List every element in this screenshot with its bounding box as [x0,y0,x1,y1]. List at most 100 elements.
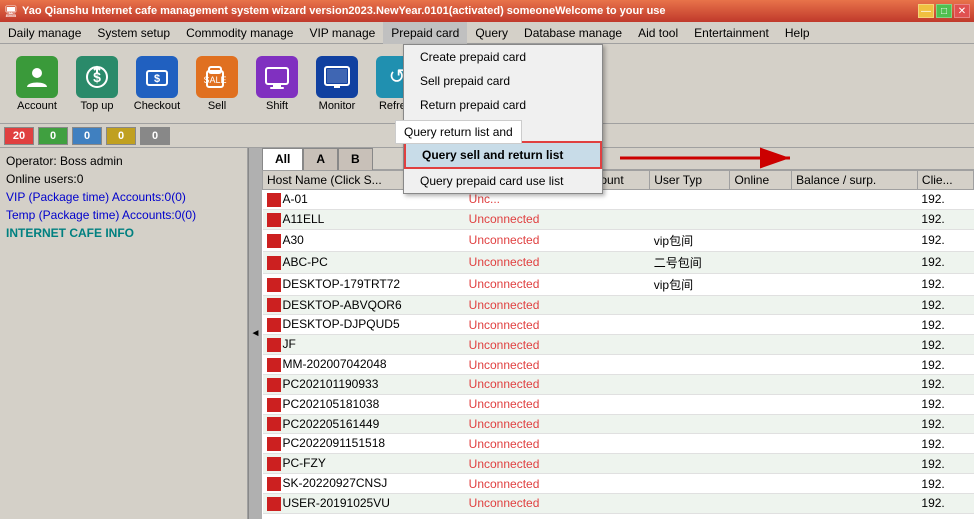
menu-item-prepaid-card[interactable]: Prepaid card [383,22,467,44]
toolbar-btn-account[interactable]: Account [8,49,66,119]
cell-balance [792,493,918,513]
table-row[interactable]: DESKTOP-179TRT72Unconnectedvip包间192. [263,273,974,295]
cell-status: Unconnected [465,315,576,335]
table-row[interactable]: A30Unconnectedvip包间192. [263,229,974,251]
table-row[interactable]: DESKTOP-DJPQUD5Unconnected192. [263,315,974,335]
cell-client: 192. [917,414,973,434]
cell-status: Unconnected [465,493,576,513]
cell-online [730,434,792,454]
table-row[interactable]: PC202101190933Unconnected192. [263,374,974,394]
menu-item-daily-manage[interactable]: Daily manage [0,22,89,44]
dropdown-item-2[interactable]: Return prepaid card [404,93,602,117]
cell-client: 192. [917,394,973,414]
menu-item-commodity-manage[interactable]: Commodity manage [178,22,301,44]
cell-balance [792,190,918,210]
dropdown-item-0[interactable]: Create prepaid card [404,45,602,69]
collapse-button[interactable]: ◄ [248,148,262,519]
cell-account [576,474,650,494]
cell-user_type [650,414,730,434]
cell-account [576,315,650,335]
cell-user_type [650,335,730,355]
dropdown-item-5[interactable]: Query prepaid card use list [404,169,602,193]
tab-bar: AllAB [262,148,974,170]
toolbar-btn-shift[interactable]: Shift [248,49,306,119]
menu-item-vip-manage[interactable]: VIP manage [301,22,383,44]
table-row[interactable]: PC2022091151518Unconnected192. [263,434,974,454]
host-table: Host Name (Click S... Stat... Account Us… [262,170,974,514]
minimize-button[interactable]: — [918,4,934,18]
table-row[interactable]: USER-20191025VUUnconnected192. [263,493,974,513]
cell-status: Unconnected [465,335,576,355]
tab-b[interactable]: B [338,148,373,170]
cell-status: Unconnected [465,474,576,494]
host-icon [267,417,281,431]
dropdown-item-4[interactable]: Query sell and return list [404,141,602,169]
table-row[interactable]: DESKTOP-ABVQOR6Unconnected192. [263,295,974,315]
cell-balance [792,295,918,315]
cell-user_type [650,454,730,474]
host-icon [267,213,281,227]
status-box-1: 0 [38,127,68,145]
cell-client: 192. [917,493,973,513]
col-client: Clie... [917,171,973,190]
table-row[interactable]: ABC-PCUnconnected二号包间192. [263,251,974,273]
table-row[interactable]: PC202205161449Unconnected192. [263,414,974,434]
tab-a[interactable]: A [303,148,338,170]
dropdown-item-1[interactable]: Sell prepaid card [404,69,602,93]
cell-balance [792,454,918,474]
maximize-button[interactable]: □ [936,4,952,18]
cell-user_type: 二号包间 [650,251,730,273]
menu-item-help[interactable]: Help [777,22,818,44]
cell-account [576,414,650,434]
table-row[interactable]: JFUnconnected192. [263,335,974,355]
cell-account [576,454,650,474]
close-button[interactable]: ✕ [954,4,970,18]
menu-item-entertainment[interactable]: Entertainment [686,22,777,44]
cell-account [576,434,650,454]
cell-balance [792,474,918,494]
account-icon [16,56,58,98]
menu-item-query[interactable]: Query [467,22,516,44]
cell-status: Unconnected [465,251,576,273]
cell-account [576,295,650,315]
table-row[interactable]: SK-20220927CNSJUnconnected192. [263,474,974,494]
cell-hostname: PC2022091151518 [263,434,465,454]
table-row[interactable]: PC202105181038Unconnected192. [263,394,974,414]
cell-client: 192. [917,229,973,251]
cell-balance [792,414,918,434]
table-row[interactable]: PC-FZYUnconnected192. [263,454,974,474]
cell-status: Unconnected [465,209,576,229]
cell-client: 192. [917,355,973,375]
toolbar-btn-checkout[interactable]: $Checkout [128,49,186,119]
table-row[interactable]: MM-202007042048Unconnected192. [263,355,974,375]
cell-client: 192. [917,251,973,273]
table-row[interactable]: A11ELLUnconnected192. [263,209,974,229]
cell-online [730,374,792,394]
tab-all[interactable]: All [262,148,303,170]
toolbar-btn-top-up[interactable]: $Top up [68,49,126,119]
cell-hostname: JF [263,335,465,355]
svg-text:$: $ [154,73,160,85]
prepaid-card-menu[interactable]: Create prepaid cardSell prepaid cardRetu… [403,44,603,194]
host-icon [267,497,281,511]
cell-client: 192. [917,209,973,229]
menu-item-aid-tool[interactable]: Aid tool [630,22,686,44]
menu-item-database-manage[interactable]: Database manage [516,22,630,44]
main-layout: Operator: Boss admin Online users:0 VIP … [0,148,974,519]
toolbar-btn-monitor[interactable]: Monitor [308,49,366,119]
host-icon [267,193,281,207]
cell-balance [792,209,918,229]
toolbar-btn-sell[interactable]: SALESell [188,49,246,119]
cell-user_type [650,474,730,494]
titlebar: 🖥 Yao Qianshu Internet cafe management s… [0,0,974,22]
menu-item-system-setup[interactable]: System setup [89,22,178,44]
table-row[interactable]: A-01Unc...192. [263,190,974,210]
cell-hostname: A30 [263,229,465,251]
sell-label: Sell [208,100,226,112]
cell-online [730,229,792,251]
dropdown-item-3[interactable]: Query prepaid card [404,117,602,141]
temp-accounts: Temp (Package time) Accounts:0(0) [6,208,241,222]
online-users: Online users:0 [6,172,241,186]
shift-label: Shift [266,100,288,112]
titlebar-title: Yao Qianshu Internet cafe management sys… [22,5,666,17]
